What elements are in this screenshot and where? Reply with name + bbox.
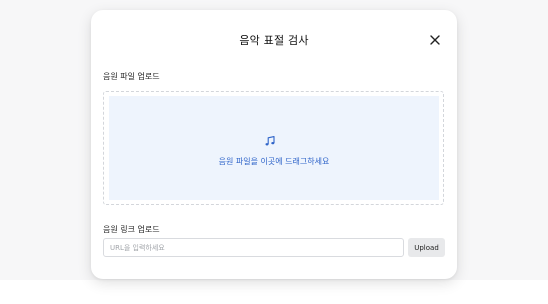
page-background-strip [0, 280, 548, 304]
close-icon [430, 35, 440, 45]
modal-title: 음악 표절 검사 [239, 34, 309, 47]
link-upload-label: 음원 링크 업로드 [103, 225, 160, 234]
dropzone-area [109, 96, 439, 200]
file-upload-label: 음원 파일 업로드 [103, 72, 160, 81]
plagiarism-check-modal: 음악 표절 검사 음원 파일 업로드 음원 파일을 이곳에 드래그하세요 음원 … [91, 10, 457, 279]
music-note-icon [264, 135, 276, 147]
upload-button[interactable]: Upload [408, 238, 445, 257]
url-input[interactable] [103, 238, 404, 257]
file-dropzone[interactable] [103, 91, 444, 205]
dropzone-instruction: 음원 파일을 이곳에 드래그하세요 [218, 157, 330, 166]
close-button[interactable] [427, 32, 443, 48]
